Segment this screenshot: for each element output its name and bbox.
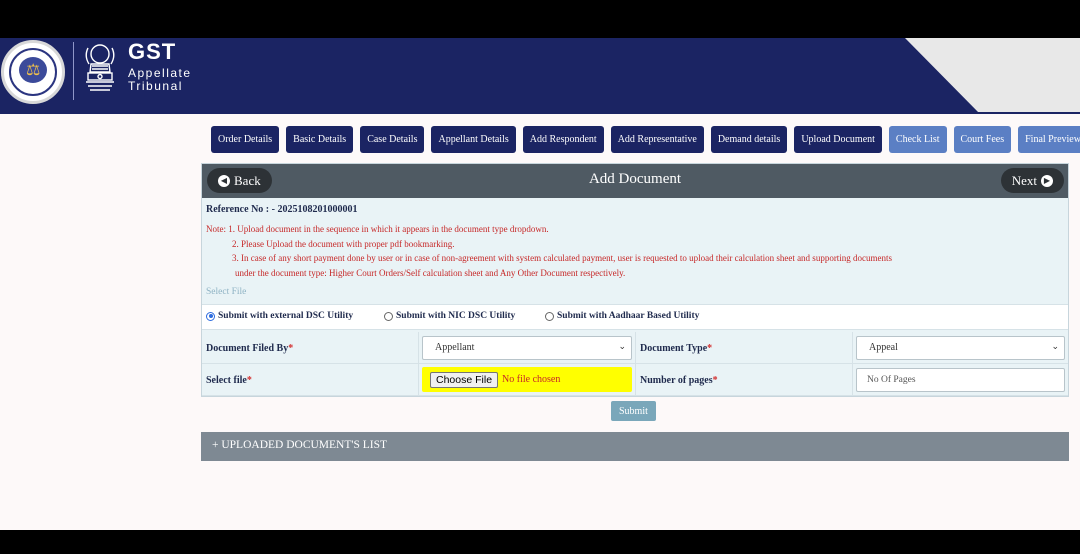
chevron-down-icon: ⌄ xyxy=(1051,342,1059,352)
step-order-details[interactable]: Order Details xyxy=(211,126,280,153)
option-aadhaar[interactable]: Submit with Aadhaar Based Utility xyxy=(545,311,699,321)
tribunal-seal-logo: ⚖ xyxy=(1,40,65,104)
required-mark: * xyxy=(707,343,713,354)
radio-aadhaar[interactable] xyxy=(545,311,554,321)
chevron-left-circle-icon: ◀ xyxy=(218,174,230,187)
filed-by-cell: Appellant ⌄ xyxy=(419,332,636,364)
filed-by-select[interactable]: Appellant ⌄ xyxy=(422,336,632,360)
choose-file-button[interactable]: Choose File xyxy=(430,371,499,388)
step-court-fees[interactable]: Court Fees xyxy=(953,126,1012,153)
pages-label-cell: Number of pages* xyxy=(636,364,853,396)
national-emblem-icon xyxy=(85,44,115,91)
step-demand-details[interactable]: Demand details xyxy=(710,126,788,153)
brand-subtitle-line1: Appellate xyxy=(128,66,192,80)
no-file-text: No file chosen xyxy=(502,374,561,385)
note-line-4: under the document type: Higher Court Or… xyxy=(235,268,626,278)
required-mark: * xyxy=(288,343,294,354)
next-button[interactable]: Next ▶ xyxy=(1000,168,1064,193)
step-case-details[interactable]: Case Details xyxy=(360,126,425,153)
uploaded-documents-toggle[interactable]: + UPLOADED DOCUMENT'S LIST xyxy=(201,432,1069,461)
add-document-panel: Add Document ◀ Back Next ▶ Reference No … xyxy=(201,163,1069,421)
scales-of-justice-icon: ⚖ xyxy=(26,60,41,79)
step-basic-details[interactable]: Basic Details xyxy=(286,126,354,153)
bottom-bar xyxy=(0,530,1080,554)
wizard-steps: Order Details Basic Details Case Details… xyxy=(211,126,1080,153)
radio-external-dsc[interactable] xyxy=(206,311,215,321)
note-line-1: Note: 1. Upload document in the sequence… xyxy=(206,224,549,234)
chevron-down-icon: ⌄ xyxy=(618,342,626,352)
doc-type-cell: Appeal ⌄ xyxy=(853,332,1068,364)
pages-label: Number of pages xyxy=(640,375,713,386)
brand-title: GST xyxy=(128,39,177,64)
doc-type-select[interactable]: Appeal ⌄ xyxy=(856,336,1065,360)
step-appellant-details[interactable]: Appellant Details xyxy=(431,126,516,153)
submit-utility-options: Submit with external DSC Utility Submit … xyxy=(202,304,1068,330)
step-upload-document[interactable]: Upload Document xyxy=(794,126,882,153)
pages-input-cell: No Of Pages xyxy=(853,364,1068,396)
next-label: Next xyxy=(1011,172,1037,188)
select-file-heading: Select File xyxy=(206,287,247,297)
option-external-dsc-label: Submit with external DSC Utility xyxy=(218,311,354,321)
step-final-preview[interactable]: Final Preview xyxy=(1018,126,1080,153)
number-of-pages-input[interactable]: No Of Pages xyxy=(856,368,1065,392)
filed-by-value: Appellant xyxy=(435,342,475,353)
panel-title: Add Document xyxy=(588,171,682,187)
filed-by-label: Document Filed By xyxy=(206,343,289,354)
filed-by-label-cell: Document Filed By* xyxy=(202,332,419,364)
submit-button[interactable]: Submit xyxy=(611,401,656,421)
note-line-3: 3. In case of any short payment done by … xyxy=(232,253,893,263)
step-add-representative[interactable]: Add Representative xyxy=(610,126,704,153)
panel-header: Add Document ◀ Back Next ▶ xyxy=(202,164,1068,198)
select-file-label: Select file xyxy=(206,375,247,386)
file-input[interactable]: Choose File No file chosen xyxy=(422,367,632,392)
reference-number: Reference No : - 2025108201000001 xyxy=(206,204,358,215)
file-input-cell: Choose File No file chosen xyxy=(419,364,636,396)
site-header: ⚖ GST Appellate Tribunal xyxy=(0,38,1080,114)
doc-type-label-cell: Document Type* xyxy=(636,332,853,364)
brand-subtitle-line2: Tribunal xyxy=(128,79,183,93)
note-line-2: 2. Please Upload the document with prope… xyxy=(232,239,455,249)
doc-type-label: Document Type xyxy=(640,343,708,354)
option-external-dsc[interactable]: Submit with external DSC Utility xyxy=(206,311,353,321)
doc-type-value: Appeal xyxy=(869,342,898,353)
logo-divider xyxy=(73,42,74,100)
back-button[interactable]: ◀ Back xyxy=(207,168,272,193)
option-nic-dsc[interactable]: Submit with NIC DSC Utility xyxy=(384,311,515,321)
chevron-right-circle-icon: ▶ xyxy=(1041,174,1053,187)
required-mark: * xyxy=(246,375,252,386)
document-form: Document Filed By* Appellant ⌄ Document … xyxy=(202,332,1068,396)
screen: ⚖ GST Appellate Tribunal Order Details B… xyxy=(0,0,1080,554)
option-aadhaar-label: Submit with Aadhaar Based Utility xyxy=(557,311,700,321)
option-nic-dsc-label: Submit with NIC DSC Utility xyxy=(396,311,516,321)
step-add-respondent[interactable]: Add Respondent xyxy=(522,126,604,153)
radio-nic-dsc[interactable] xyxy=(384,311,393,321)
select-file-label-cell: Select file* xyxy=(202,364,419,396)
back-label: Back xyxy=(234,172,261,188)
step-check-list[interactable]: Check List xyxy=(888,126,947,153)
page-content: Order Details Basic Details Case Details… xyxy=(0,114,1080,530)
required-mark: * xyxy=(712,375,718,386)
